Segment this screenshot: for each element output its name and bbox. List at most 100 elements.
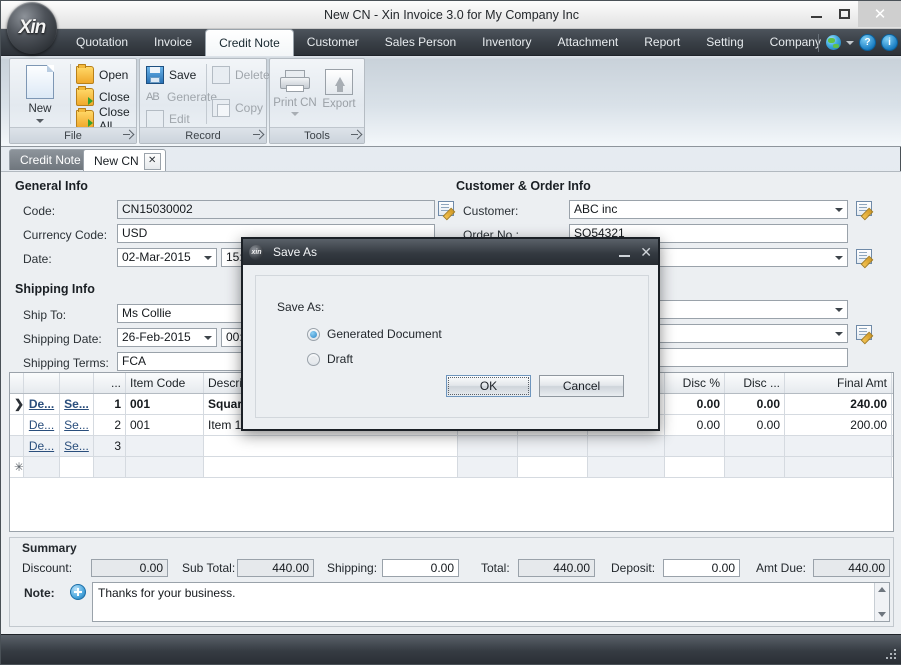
- chevron-down-icon[interactable]: [835, 308, 843, 312]
- dialog-title: Save As: [273, 245, 318, 259]
- document-tab-bar: Credit Note New CN ✕: [1, 149, 901, 172]
- customer-extra-edit-icon-1[interactable]: [856, 249, 872, 264]
- amt-due-label: Amt Due:: [756, 561, 807, 575]
- chevron-down-icon[interactable]: [204, 336, 212, 340]
- row-col2[interactable]: [518, 436, 588, 456]
- grid-header-delete: [24, 373, 60, 393]
- shipping-info-heading: Shipping Info: [15, 282, 95, 296]
- edit-button-label: Edit: [169, 111, 190, 126]
- doc-tab-close-icon[interactable]: ✕: [143, 153, 161, 170]
- open-button[interactable]: Open: [76, 63, 128, 85]
- menu-tab-setting[interactable]: Setting: [693, 29, 756, 56]
- dialog-title-bar: xin Save As ✕: [243, 239, 658, 265]
- total-value: 440.00: [518, 559, 595, 577]
- deposit-value[interactable]: 0.00: [663, 559, 740, 577]
- radio-generated-document[interactable]: Generated Document: [307, 327, 442, 341]
- row-item-code[interactable]: 001: [126, 394, 204, 414]
- dialog-app-icon: xin: [249, 244, 264, 260]
- dialog-launcher-icon[interactable]: [253, 130, 263, 140]
- window-controls: ✕: [802, 1, 901, 27]
- row-final-amt[interactable]: 200.00: [785, 415, 892, 435]
- minimize-button[interactable]: [802, 3, 830, 25]
- note-field[interactable]: Thanks for your business.: [92, 582, 890, 622]
- chevron-down-icon[interactable]: [835, 332, 843, 336]
- row-description[interactable]: [204, 436, 458, 456]
- deposit-label: Deposit:: [611, 561, 656, 575]
- customer-edit-icon[interactable]: [856, 201, 872, 216]
- shipping-date-field[interactable]: 26-Feb-2015: [117, 328, 217, 347]
- row-disc-amt[interactable]: [725, 436, 785, 456]
- row-delete-link[interactable]: De...: [29, 397, 54, 411]
- new-button[interactable]: New: [14, 62, 66, 128]
- menu-tab-invoice[interactable]: Invoice: [141, 29, 205, 56]
- dialog-minimize-button[interactable]: [619, 254, 631, 257]
- row-disc-pct[interactable]: [665, 436, 725, 456]
- summary-heading: Summary: [22, 541, 77, 555]
- maximize-button[interactable]: [830, 3, 858, 25]
- customer-order-info-heading: Customer & Order Info: [456, 179, 591, 193]
- row-amount[interactable]: [588, 436, 665, 456]
- globe-language-icon[interactable]: [826, 35, 841, 50]
- close-button[interactable]: ✕: [858, 1, 901, 27]
- menu-tab-quotation[interactable]: Quotation: [63, 29, 141, 56]
- row-disc-amt[interactable]: 0.00: [725, 415, 785, 435]
- menu-divider: [818, 33, 819, 52]
- chevron-down-icon[interactable]: [36, 119, 44, 123]
- row-item-code[interactable]: 001: [126, 415, 204, 435]
- grid-new-row[interactable]: ✳: [10, 457, 893, 478]
- customer-field[interactable]: ABC inc: [569, 200, 848, 219]
- save-button[interactable]: Save: [146, 64, 196, 85]
- date-field[interactable]: 02-Mar-2015: [117, 248, 217, 267]
- row-delete-link[interactable]: De...: [29, 418, 54, 432]
- info-icon[interactable]: i: [881, 34, 898, 51]
- record-group-label: Record: [185, 130, 221, 142]
- row-disc-pct[interactable]: 0.00: [665, 415, 725, 435]
- row-select-link[interactable]: Se...: [64, 397, 89, 411]
- note-scrollbar[interactable]: [874, 583, 889, 621]
- row-final-amt[interactable]: [785, 436, 892, 456]
- dialog-body: Save As: Generated Document Draft OK Can…: [255, 275, 649, 418]
- menu-tab-report[interactable]: Report: [631, 29, 693, 56]
- menu-tab-attachment[interactable]: Attachment: [545, 29, 632, 56]
- resize-grip-icon[interactable]: [886, 649, 898, 661]
- ok-button[interactable]: OK: [446, 375, 531, 397]
- menu-tab-sales-person[interactable]: Sales Person: [372, 29, 469, 56]
- radio-draft[interactable]: Draft: [307, 352, 353, 366]
- delete-icon: [212, 65, 230, 84]
- doc-tab-new-cn[interactable]: New CN ✕: [83, 149, 166, 172]
- help-icon[interactable]: ?: [859, 34, 876, 51]
- row-final-amt[interactable]: 240.00: [785, 394, 892, 414]
- chevron-down-icon[interactable]: [835, 256, 843, 260]
- row-select-link[interactable]: Se...: [64, 439, 89, 453]
- note-zoom-icon[interactable]: [70, 584, 86, 600]
- shipping-date-label: Shipping Date:: [23, 332, 102, 346]
- chevron-down-icon[interactable]: [835, 208, 843, 212]
- code-edit-icon[interactable]: [438, 201, 454, 216]
- cancel-button[interactable]: Cancel: [539, 375, 624, 397]
- save-as-dialog: xin Save As ✕ Save As: Generated Documen…: [241, 237, 660, 431]
- row-delete-link[interactable]: De...: [29, 439, 54, 453]
- row-item-code[interactable]: [126, 436, 204, 456]
- delete-button: Delete: [212, 64, 270, 85]
- doc-tab-credit-note[interactable]: Credit Note: [9, 149, 92, 170]
- shipping-value[interactable]: 0.00: [382, 559, 459, 577]
- row-col1[interactable]: [458, 436, 518, 456]
- chevron-down-icon[interactable]: [204, 256, 212, 260]
- dialog-launcher-icon[interactable]: [123, 130, 133, 140]
- export-icon: [325, 69, 353, 95]
- menu-tab-credit-note[interactable]: Credit Note: [205, 29, 294, 56]
- menu-tab-customer[interactable]: Customer: [294, 29, 372, 56]
- customer-extra-edit-icon-2[interactable]: [856, 325, 872, 340]
- grid-header-item-code: Item Code: [126, 373, 204, 393]
- table-row[interactable]: De... Se... 3: [10, 436, 893, 457]
- row-disc-amt[interactable]: 0.00: [725, 394, 785, 414]
- menu-tab-inventory[interactable]: Inventory: [469, 29, 544, 56]
- code-field[interactable]: CN15030002: [117, 200, 435, 219]
- row-disc-pct[interactable]: 0.00: [665, 394, 725, 414]
- dialog-launcher-icon[interactable]: [351, 130, 361, 140]
- chevron-down-icon[interactable]: [846, 40, 854, 45]
- window-title: New CN - Xin Invoice 3.0 for My Company …: [324, 8, 579, 22]
- close-all-button[interactable]: Close All: [76, 105, 136, 133]
- row-select-link[interactable]: Se...: [64, 418, 89, 432]
- dialog-close-button[interactable]: ✕: [640, 245, 652, 259]
